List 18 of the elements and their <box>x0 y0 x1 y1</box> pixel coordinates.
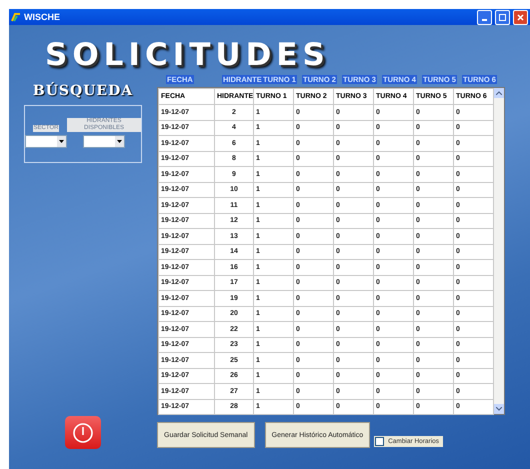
minimize-button[interactable] <box>477 10 492 24</box>
chevron-down-icon <box>496 407 502 411</box>
caret-icon <box>59 140 64 143</box>
app-icon <box>11 12 21 22</box>
window-title: WISCHE <box>24 12 60 22</box>
close-button[interactable] <box>513 10 528 24</box>
maximize-button[interactable] <box>495 10 510 24</box>
close-icon <box>517 14 524 20</box>
search-title: BÚSQUEDA <box>32 83 134 99</box>
page-heading: SOLICITUDES <box>45 37 331 73</box>
power-button[interactable] <box>65 416 101 449</box>
dropdown-field[interactable] <box>83 135 125 148</box>
dropdown-field[interactable] <box>25 135 67 148</box>
scrollbar[interactable] <box>494 88 504 414</box>
power-icon <box>72 422 94 444</box>
chevron-up-icon <box>496 91 502 95</box>
caret-icon <box>117 140 122 143</box>
maximize-icon <box>499 14 506 20</box>
